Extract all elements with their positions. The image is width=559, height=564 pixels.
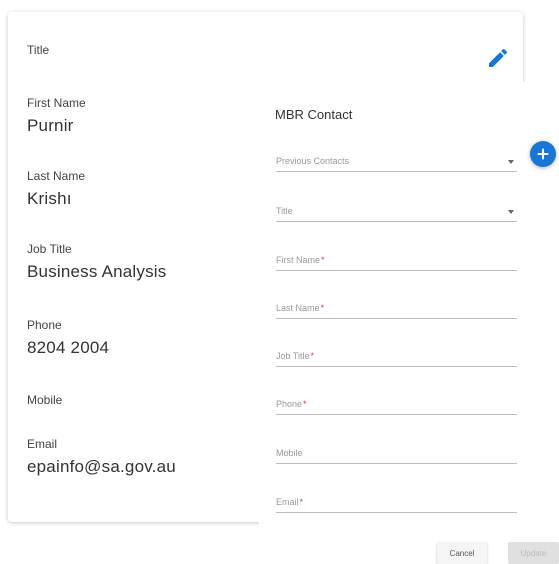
mobile-label: Mobile: [27, 393, 63, 407]
mobile-input[interactable]: Mobile: [276, 441, 517, 464]
email-input-label: Email*: [276, 497, 304, 507]
pencil-icon: [489, 48, 508, 67]
title-select[interactable]: Title: [276, 199, 517, 222]
last-name-label: Last Name: [27, 169, 86, 183]
last-name-input[interactable]: Last Name*: [276, 296, 517, 319]
phone-field: Phone 8204 2004: [27, 318, 109, 358]
email-field: Email epainfo@sa.gov.au: [27, 437, 176, 477]
phone-value: 8204 2004: [27, 338, 110, 357]
add-contact-button[interactable]: [530, 141, 556, 167]
title-select-label: Title: [276, 206, 293, 216]
required-marker: *: [320, 303, 325, 313]
mobile-input-label: Mobile: [276, 448, 303, 458]
job-title-input[interactable]: Job Title*: [276, 344, 517, 367]
phone-input[interactable]: Phone*: [276, 392, 517, 415]
plus-icon: [537, 148, 549, 160]
job-title-input-label: Job Title*: [276, 351, 315, 361]
required-marker: *: [321, 255, 325, 265]
edit-button[interactable]: [486, 46, 510, 70]
email-input[interactable]: Email*: [276, 490, 517, 513]
last-name-field: Last Name Krishı: [27, 169, 85, 209]
title-label: Title: [27, 43, 50, 57]
email-value: epainfo@sa.gov.au: [27, 457, 176, 476]
job-title-value: Business Analysis: [27, 262, 167, 281]
required-marker: *: [303, 399, 307, 409]
job-title-field: Job Title Business Analysis: [27, 242, 166, 282]
first-name-input[interactable]: First Name*: [276, 248, 517, 271]
email-label: Email: [27, 437, 58, 451]
form-title: MBR Contact: [275, 107, 353, 122]
job-title-label: Job Title: [27, 242, 72, 256]
chevron-down-icon: [508, 210, 514, 214]
mbr-contact-form: MBR Contact Previous Contacts Title Firs…: [259, 82, 559, 564]
previous-contacts-select[interactable]: Previous Contacts: [276, 149, 517, 172]
required-marker: *: [299, 497, 304, 507]
previous-contacts-label: Previous Contacts: [276, 156, 350, 166]
title-field: Title: [27, 43, 49, 57]
phone-input-label: Phone*: [276, 399, 307, 409]
first-name-value: Purnir: [27, 116, 74, 135]
mobile-field: Mobile: [27, 393, 62, 407]
phone-label: Phone: [27, 318, 62, 332]
required-marker: *: [310, 351, 315, 361]
first-name-field: First Name Purnir: [27, 96, 86, 136]
chevron-down-icon: [508, 160, 514, 164]
first-name-label: First Name: [27, 96, 86, 110]
last-name-input-label: Last Name*: [276, 303, 325, 313]
last-name-value: Krishı: [27, 189, 72, 208]
first-name-input-label: First Name*: [276, 255, 325, 265]
